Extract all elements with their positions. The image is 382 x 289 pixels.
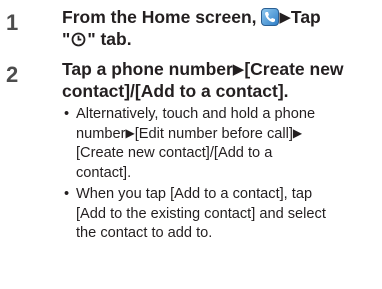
arrow-icon: ▶ xyxy=(279,9,291,26)
bullet-icon: • xyxy=(64,186,70,202)
step-text: " xyxy=(62,29,71,49)
list-item: • Alternatively, touch and hold a phone … xyxy=(62,105,380,183)
step-number: 2 xyxy=(6,62,19,87)
step-title: From the Home screen, ▶Tap " " tab. xyxy=(62,7,380,52)
arrow-icon: ▶ xyxy=(232,61,245,78)
bullet-list: • Alternatively, touch and hold a phone … xyxy=(62,105,380,246)
list-item: • When you tap [Add to a contact], tap [… xyxy=(62,185,380,244)
step-text: Tap xyxy=(290,7,321,27)
bullet-text: number xyxy=(76,125,126,142)
step-number: 1 xyxy=(6,10,19,35)
arrow-icon: ▶ xyxy=(292,125,303,140)
step-text: From the Home screen, xyxy=(62,7,257,27)
bullet-text: contact]. xyxy=(76,164,132,181)
bullet-icon: • xyxy=(64,106,70,122)
step-text: contact]/[Add to a contact]. xyxy=(62,81,289,101)
bullet-text: [Create new contact]/[Add to a xyxy=(76,145,273,161)
bullet-text: [Edit number before call] xyxy=(134,125,293,142)
phone-app-icon xyxy=(261,8,280,26)
step-text: " tab. xyxy=(87,29,132,49)
step-text: Tap a phone number xyxy=(62,59,233,79)
step-title: Tap a phone number▶[Create new contact]/… xyxy=(62,59,380,102)
arrow-icon: ▶ xyxy=(125,125,135,140)
manual-page: 1 From the Home screen, ▶Tap " " tab. 2 T… xyxy=(0,0,382,289)
bullet-text: the contact to add to. xyxy=(76,225,213,241)
step-text: [Create new xyxy=(244,59,344,79)
clock-icon xyxy=(71,31,86,52)
bullet-text: [Add to the existing contact] and select xyxy=(76,205,326,222)
bullet-text: When you tap [Add to a contact], tap xyxy=(76,186,313,202)
bullet-text: Alternatively, touch and hold a phone xyxy=(76,106,316,122)
